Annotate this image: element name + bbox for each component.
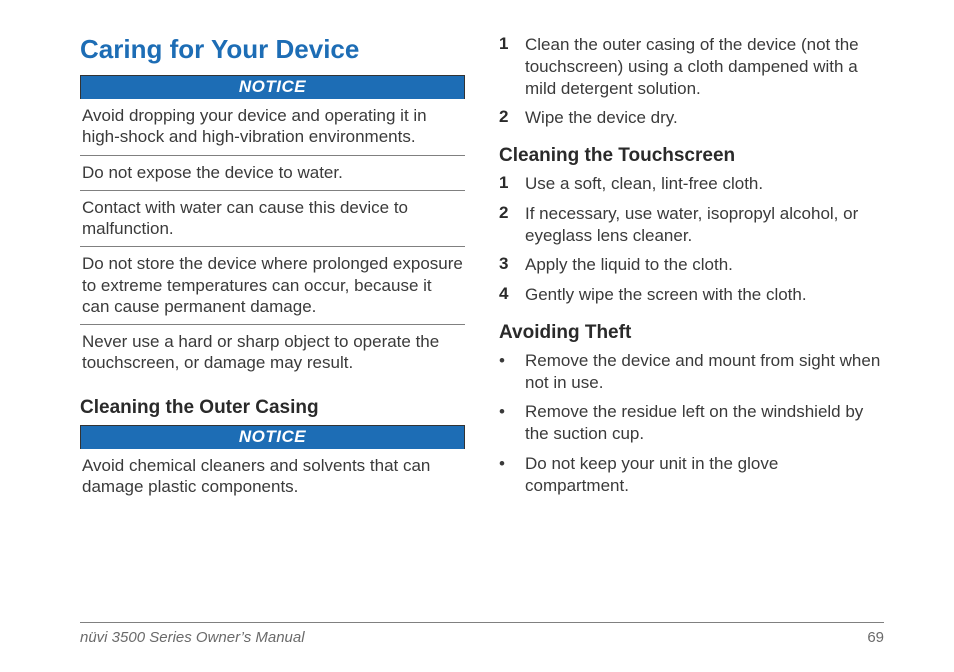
notice-label: NOTICE (80, 75, 465, 99)
step-row: 2 If necessary, use water, isopropyl alc… (499, 203, 884, 247)
bullet-row: • Remove the device and mount from sight… (499, 350, 884, 394)
step-row: 4 Gently wipe the screen with the cloth. (499, 284, 884, 306)
two-column-layout: Caring for Your Device NOTICE Avoid drop… (80, 34, 884, 672)
subheading-touchscreen: Cleaning the Touchscreen (499, 145, 884, 167)
step-text: Wipe the device dry. (525, 107, 678, 129)
notice-item: Contact with water can cause this device… (80, 191, 465, 248)
notice-label: NOTICE (80, 425, 465, 449)
steps-touchscreen: 1 Use a soft, clean, lint-free cloth. 2 … (499, 173, 884, 306)
bullet-row: • Remove the residue left on the windshi… (499, 401, 884, 445)
step-number: 2 (499, 203, 513, 223)
step-number: 1 (499, 34, 513, 54)
step-number: 4 (499, 284, 513, 304)
notice-list: Avoid chemical cleaners and solvents tha… (80, 449, 465, 505)
page-footer: nüvi 3500 Series Owner’s Manual 69 (80, 622, 884, 646)
subheading-theft: Avoiding Theft (499, 322, 884, 344)
step-text: Gently wipe the screen with the cloth. (525, 284, 807, 306)
bullet-icon: • (499, 350, 507, 372)
bullet-icon: • (499, 401, 507, 423)
step-number: 1 (499, 173, 513, 193)
right-column: 1 Clean the outer casing of the device (… (499, 34, 884, 672)
notice-item: Avoid dropping your device and operating… (80, 99, 465, 156)
bullet-text: Remove the device and mount from sight w… (525, 350, 884, 394)
bullet-text: Remove the residue left on the windshiel… (525, 401, 884, 445)
step-text: Clean the outer casing of the device (no… (525, 34, 884, 99)
bullet-icon: • (499, 453, 507, 475)
bullets-theft: • Remove the device and mount from sight… (499, 350, 884, 497)
notice-item: Avoid chemical cleaners and solvents tha… (80, 449, 465, 505)
steps-outer-casing: 1 Clean the outer casing of the device (… (499, 34, 884, 129)
subheading-outer-casing: Cleaning the Outer Casing (80, 397, 465, 419)
notice-item: Never use a hard or sharp object to oper… (80, 325, 465, 381)
notice-item: Do not store the device where prolonged … (80, 247, 465, 325)
step-number: 3 (499, 254, 513, 274)
step-row: 3 Apply the liquid to the cloth. (499, 254, 884, 276)
bullet-text: Do not keep your unit in the glove compa… (525, 453, 884, 497)
step-text: Apply the liquid to the cloth. (525, 254, 733, 276)
page-number: 69 (867, 629, 884, 646)
manual-page: Caring for Your Device NOTICE Avoid drop… (0, 0, 954, 672)
left-column: Caring for Your Device NOTICE Avoid drop… (80, 34, 465, 672)
notice-item: Do not expose the device to water. (80, 156, 465, 191)
step-text: Use a soft, clean, lint-free cloth. (525, 173, 763, 195)
step-text: If necessary, use water, isopropyl alcoh… (525, 203, 884, 247)
step-row: 1 Clean the outer casing of the device (… (499, 34, 884, 99)
step-row: 2 Wipe the device dry. (499, 107, 884, 129)
step-number: 2 (499, 107, 513, 127)
bullet-row: • Do not keep your unit in the glove com… (499, 453, 884, 497)
manual-name: nüvi 3500 Series Owner’s Manual (80, 629, 305, 646)
section-title: Caring for Your Device (80, 34, 465, 65)
notice-list: Avoid dropping your device and operating… (80, 99, 465, 381)
step-row: 1 Use a soft, clean, lint-free cloth. (499, 173, 884, 195)
